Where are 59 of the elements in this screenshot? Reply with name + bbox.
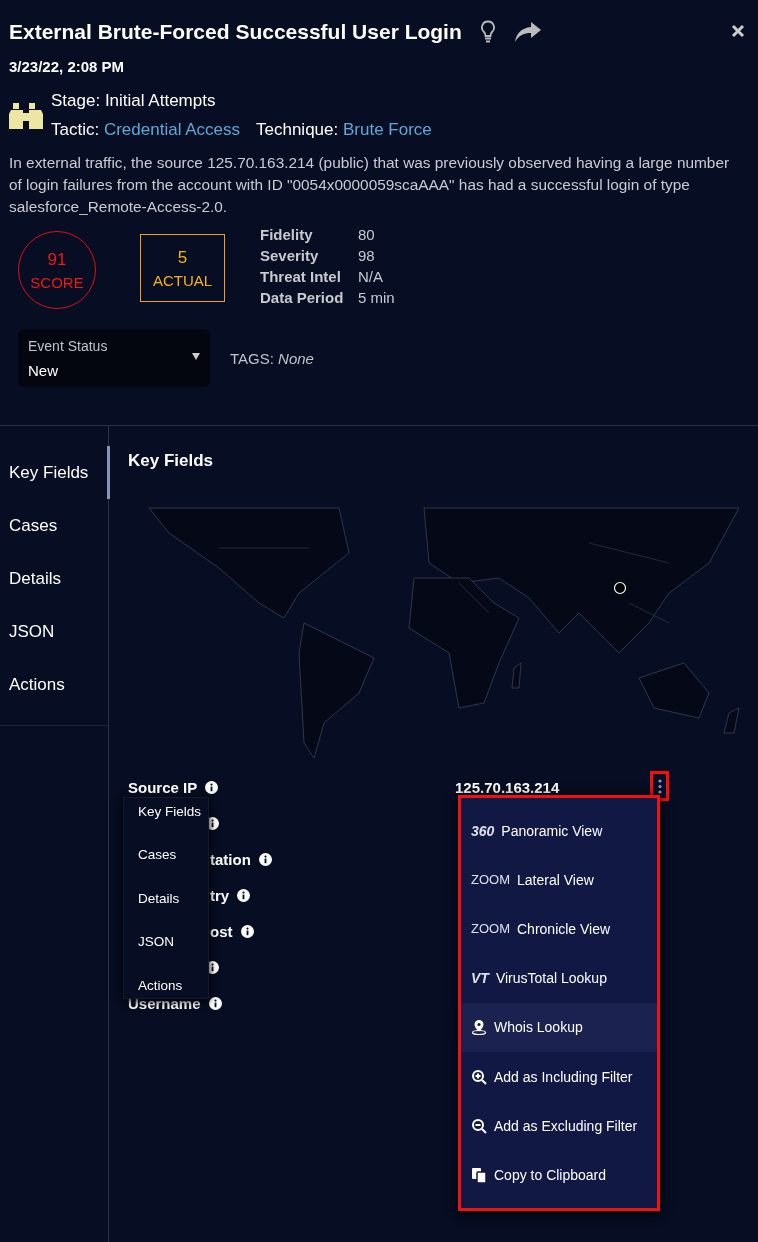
field-value: 125.70.163.214 bbox=[455, 778, 560, 796]
field-label: Source IP bbox=[128, 778, 198, 796]
technique-text: Technique: Brute Force bbox=[256, 120, 432, 140]
caret-icon bbox=[192, 353, 200, 360]
location-marker-icon bbox=[613, 581, 627, 595]
lightbulb-icon[interactable] bbox=[479, 20, 496, 44]
service-label: ZOOM bbox=[471, 872, 510, 888]
service-label: VT bbox=[471, 970, 489, 987]
menu-item[interactable]: Whois Lookup bbox=[461, 1002, 657, 1052]
share-icon[interactable] bbox=[513, 21, 542, 43]
menu-item[interactable]: Add as Including Filter bbox=[461, 1051, 657, 1102]
info-icon[interactable] bbox=[205, 780, 219, 794]
popup-menu-item[interactable]: Cases bbox=[124, 841, 208, 868]
metric-value: 98 bbox=[358, 247, 376, 264]
binoculars-icon bbox=[9, 100, 43, 131]
popup-menu-item[interactable]: JSON bbox=[124, 928, 208, 955]
timestamp: 3/23/22, 2:08 PM bbox=[9, 58, 126, 75]
menu-item[interactable]: VT VirusTotal Lookup bbox=[461, 953, 657, 1003]
kebab-icon bbox=[657, 778, 662, 794]
service-label: ZOOM bbox=[471, 921, 510, 937]
menu-item[interactable]: Add as Excluding Filter bbox=[461, 1101, 657, 1151]
field-label: tation bbox=[210, 850, 251, 868]
alert-description: In external traffic, the source 125.70.163.214 (public) that was previously observed having a large number of login failures from the account with ID "0054x0000059scaAAA" has had a successful login of type salesforce_Remote-Access-2.0. bbox=[9, 153, 731, 217]
info-icon[interactable] bbox=[258, 852, 272, 866]
service-label: 360 bbox=[471, 822, 495, 839]
tab[interactable]: Actions bbox=[0, 658, 110, 711]
tactic-text: Tactic: Credential Access bbox=[51, 120, 240, 140]
tags-text: TAGS: None bbox=[230, 349, 314, 367]
menu-item[interactable]: 360 Panoramic View bbox=[461, 806, 657, 856]
menu-item[interactable]: Copy to Clipboard bbox=[461, 1150, 657, 1200]
location-pin-icon bbox=[471, 1019, 487, 1036]
metric-value: 5 min bbox=[358, 289, 395, 306]
menu-item[interactable]: ZOOM Chronicle View bbox=[461, 904, 657, 954]
metric-value: 80 bbox=[358, 226, 376, 243]
zoom-in-icon bbox=[471, 1068, 487, 1085]
metric-label: Fidelity bbox=[260, 226, 314, 243]
alert-title: External Brute-Forced Successful User Login bbox=[9, 20, 462, 44]
metric-value: N/A bbox=[358, 268, 384, 285]
info-icon[interactable] bbox=[237, 888, 251, 902]
info-icon[interactable] bbox=[208, 996, 222, 1010]
panel-title: Key Fields bbox=[128, 451, 215, 471]
popup-menu-item[interactable]: Key Fields bbox=[124, 798, 208, 824]
menu-item[interactable]: ZOOM Lateral View bbox=[461, 855, 657, 905]
info-icon[interactable] bbox=[240, 924, 254, 938]
tab[interactable]: Cases bbox=[0, 499, 110, 552]
metric-label: Data Period bbox=[260, 289, 345, 306]
tab[interactable]: Details bbox=[0, 552, 110, 605]
tab[interactable]: Key Fields bbox=[0, 446, 110, 499]
stage-text: Stage: Initial Attempts bbox=[51, 91, 217, 111]
actual-box: 5 ACTUAL bbox=[140, 234, 225, 302]
field-label: try bbox=[210, 886, 230, 904]
metric-label: Threat Intel bbox=[260, 268, 342, 285]
popup-menu-item[interactable]: Details bbox=[124, 885, 208, 911]
field-label: ost bbox=[210, 922, 233, 940]
tab[interactable]: JSON bbox=[0, 605, 110, 658]
metric-label: Severity bbox=[260, 247, 320, 264]
zoom-out-icon bbox=[471, 1117, 487, 1134]
event-status-dropdown[interactable]: Event Status New bbox=[18, 329, 210, 387]
copy-icon bbox=[471, 1166, 487, 1183]
